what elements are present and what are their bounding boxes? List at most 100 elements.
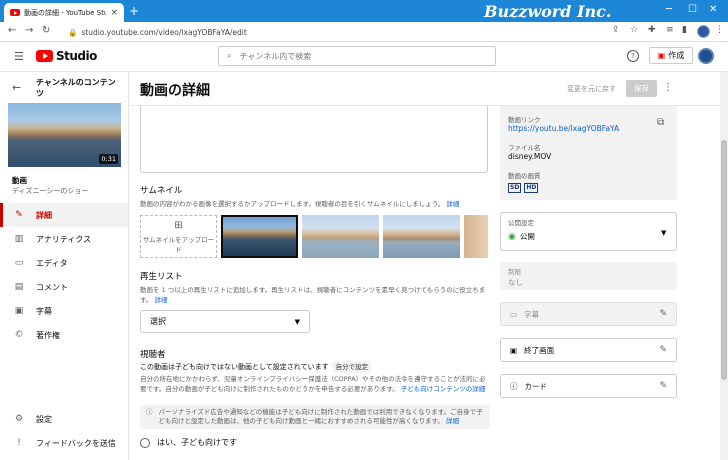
chevron-down-icon: ▼ <box>294 317 300 326</box>
sidebar-item-label: コメント <box>36 282 68 292</box>
note-learn-more-link[interactable]: 詳細 <box>446 417 459 425</box>
audience-description: 自分の所在地にかかわらず、児童オンラインプライバシー保護法（COPPA）やその他… <box>140 375 486 393</box>
subtitles-card[interactable]: ▭ 字幕 ✎ <box>500 302 677 326</box>
sidebar-item-label: 設定 <box>36 414 52 424</box>
brand-watermark: Buzzword Inc. <box>484 2 612 21</box>
pencil-icon: ✎ <box>15 210 23 220</box>
sidebar-item-details[interactable]: ✎ 詳細 <box>0 203 128 227</box>
bookmark-star-icon[interactable]: ☆ <box>630 25 638 35</box>
scrollbar-thumb[interactable] <box>721 140 727 380</box>
browser-tab[interactable]: 動画の詳細 - YouTube Studio × <box>4 3 124 22</box>
pencil-icon[interactable]: ✎ <box>659 381 667 391</box>
save-button[interactable]: 保存 <box>626 80 657 97</box>
card-label: カード <box>524 381 548 391</box>
restrictions-panel <box>500 262 677 290</box>
youtube-favicon-icon <box>10 9 20 16</box>
visibility-value: ◉ 公開 <box>508 231 535 242</box>
restriction-value: なし <box>508 278 523 287</box>
copy-icon[interactable]: ⧉ <box>657 117 664 128</box>
editor-icon: ▭ <box>14 258 24 268</box>
thumbnail-option[interactable] <box>464 215 488 258</box>
sidebar-item-analytics[interactable]: ▥ アナリティクス <box>0 227 128 251</box>
thumbnail-option[interactable] <box>302 215 379 258</box>
hd-badge: HD <box>524 183 539 193</box>
pencil-icon[interactable]: ✎ <box>659 345 667 355</box>
back-arrow-icon[interactable]: ← <box>12 81 21 94</box>
search-icon: ⌕ <box>227 51 232 60</box>
thumbnail-learn-more-link[interactable]: 詳細 <box>446 200 459 208</box>
search-placeholder: チャンネル内で検索 <box>239 51 312 61</box>
card-label: 字幕 <box>524 309 540 319</box>
browser-profile-avatar[interactable] <box>697 25 710 38</box>
sidebar-item-settings[interactable]: ⚙ 設定 <box>0 407 128 431</box>
sidebar-item-editor[interactable]: ▭ エディタ <box>0 251 128 275</box>
subtitles-icon: ▣ <box>14 306 24 316</box>
image-upload-icon: ⊞ <box>174 219 183 231</box>
help-icon[interactable]: ? <box>627 50 639 62</box>
info-card-icon: ⓘ <box>510 381 518 391</box>
subtitles-icon: ▭ <box>510 309 518 319</box>
share-icon[interactable]: ⇪ <box>612 25 620 35</box>
cards-card[interactable]: ⓘ カード ✎ <box>500 374 677 398</box>
sidebar-item-copyright[interactable]: © 著作権 <box>0 323 128 347</box>
browser-menu-icon[interactable]: ⋮ <box>715 25 724 35</box>
undo-changes-button[interactable]: 変更を元に戻す <box>567 84 616 94</box>
close-window-icon[interactable]: ✕ <box>709 4 717 15</box>
thumbnail-option[interactable] <box>383 215 460 258</box>
end-screen-card[interactable]: ▣ 終了画面 ✎ <box>500 338 677 362</box>
video-duration: 0:31 <box>99 154 118 164</box>
analytics-icon: ▥ <box>14 234 24 244</box>
description-textarea[interactable] <box>140 106 488 173</box>
menu-hamburger-icon[interactable]: ☰ <box>14 50 24 63</box>
forward-nav-icon[interactable]: → <box>25 25 33 36</box>
playlist-heading: 再生リスト <box>140 272 183 282</box>
video-thumbnail[interactable]: 0:31 <box>8 103 121 167</box>
side-panel-icon[interactable]: ▮ <box>682 25 687 35</box>
upload-thumbnail-label: サムネイルをアップロード <box>142 235 215 254</box>
sidebar-item-comments[interactable]: ▤ コメント <box>0 275 128 299</box>
video-camera-icon: ▣ <box>657 51 666 60</box>
end-screen-icon: ▣ <box>510 345 518 355</box>
back-nav-icon[interactable]: ← <box>8 25 16 36</box>
visibility-label: 公開設定 <box>508 219 534 227</box>
account-avatar[interactable] <box>698 48 714 64</box>
more-options-icon[interactable]: ⋮ <box>663 82 673 93</box>
chevron-down-icon: ▼ <box>661 229 667 237</box>
reading-list-icon[interactable]: ≡ <box>666 25 674 35</box>
sidebar-item-label: 著作権 <box>36 330 60 340</box>
extensions-icon[interactable]: ✚ <box>648 25 656 35</box>
sidebar-item-label: フィードバックを送信 <box>36 438 116 448</box>
sidebar-item-label: アナリティクス <box>36 234 92 244</box>
sidebar-item-subtitles[interactable]: ▣ 字幕 <box>0 299 128 323</box>
kids-yes-label: はい、子ども向けです <box>157 438 237 447</box>
filename-value: disney.MOV <box>508 152 552 161</box>
create-label: 作成 <box>668 51 685 60</box>
create-button[interactable]: ▣ 作成 <box>649 47 693 64</box>
video-link[interactable]: https://youtu.be/lxagYOBFaYA <box>508 124 619 133</box>
playlist-select-value: 選択 <box>150 317 166 326</box>
pencil-icon[interactable]: ✎ <box>659 309 667 319</box>
upload-thumbnail-button[interactable]: ⊞ サムネイルをアップロード <box>140 215 217 258</box>
audience-heading: 視聴者 <box>140 350 166 360</box>
minimize-icon[interactable]: ─ <box>666 4 672 15</box>
kids-content-link[interactable]: 子ども向けコンテンツの詳細 <box>401 385 486 393</box>
eye-icon: ◉ <box>508 231 516 242</box>
studio-logo[interactable]: Studio <box>36 49 97 63</box>
reload-icon[interactable]: ↻ <box>42 25 50 36</box>
playlist-select[interactable]: 選択 ▼ <box>140 310 310 333</box>
url-field[interactable]: 🔒 studio.youtube.com/video/lxagYOBFaYA/e… <box>68 25 463 39</box>
status-badge: 自分で設定 <box>332 361 372 373</box>
channel-search-input[interactable]: ⌕ チャンネル内で検索 <box>218 46 496 66</box>
tab-title: 動画の詳細 - YouTube Studio <box>24 8 107 17</box>
page-title: 動画の詳細 <box>140 83 210 99</box>
playlist-learn-more-link[interactable]: 詳細 <box>154 296 167 304</box>
studio-logo-text: Studio <box>56 49 97 63</box>
maximize-icon[interactable]: ☐ <box>688 4 697 15</box>
thumbnail-option-selected[interactable] <box>221 215 298 258</box>
channel-content-title[interactable]: チャンネルのコンテンツ <box>36 77 122 99</box>
close-tab-icon[interactable]: × <box>110 8 118 18</box>
kids-yes-radio[interactable]: はい、子ども向けです <box>140 437 237 448</box>
sidebar-item-feedback[interactable]: ! フィードバックを送信 <box>0 431 128 455</box>
new-tab-button[interactable]: + <box>129 4 139 18</box>
video-name: ディズニーシーのショー <box>12 187 89 195</box>
